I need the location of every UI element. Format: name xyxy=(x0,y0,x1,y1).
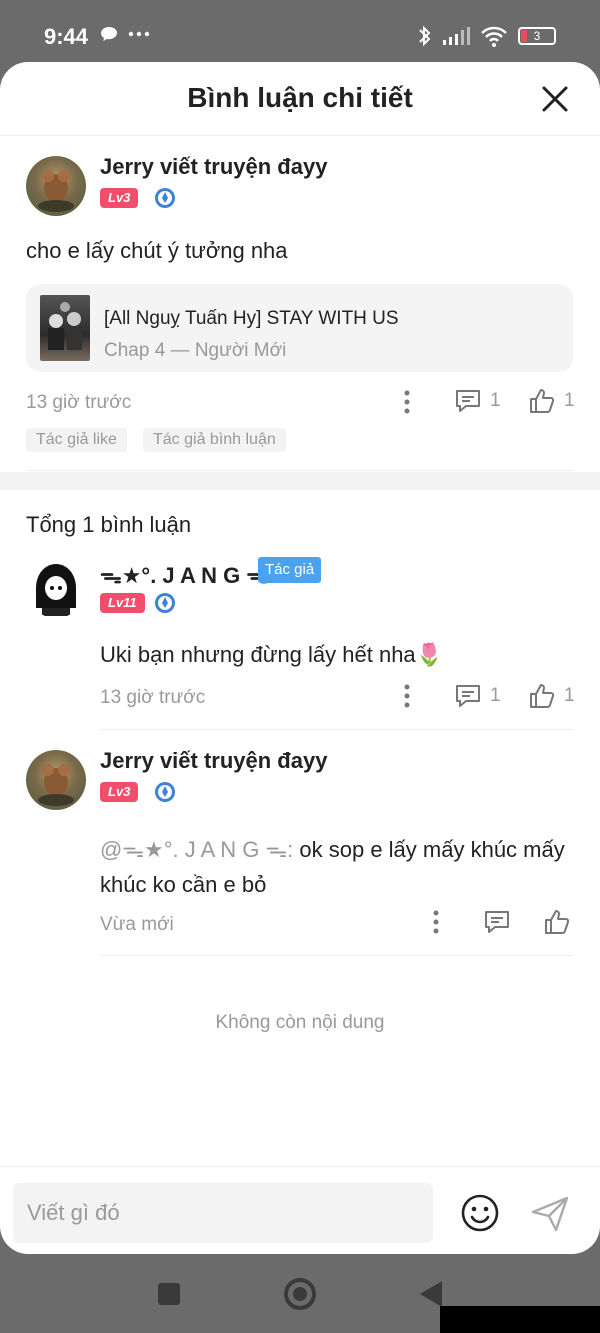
level-badge: Lv3 xyxy=(100,188,139,208)
status-time: 9:44 xyxy=(44,24,89,49)
no-more-content-label: Không còn nội dung xyxy=(215,1012,385,1033)
verified-badge-icon xyxy=(155,782,175,802)
story-cover-image xyxy=(40,295,90,361)
mention[interactable]: @ᯓ★°. J A N G ᯓ: xyxy=(100,837,293,862)
total-comments-label: Tổng 1 bình luận xyxy=(26,512,192,537)
page-title: Bình luận chi tiết xyxy=(187,82,413,113)
reply-button[interactable] xyxy=(483,909,511,935)
close-icon[interactable] xyxy=(540,84,570,114)
thumbs-up-icon xyxy=(530,389,555,413)
comment-input[interactable] xyxy=(13,1183,433,1243)
tag-author-like: Tác giả like xyxy=(26,428,127,452)
back-icon[interactable] xyxy=(418,1279,444,1309)
chat-bubble-icon xyxy=(101,27,117,41)
reply-text: Uki bạn nhưng đừng lấy hết nha🌷 xyxy=(100,642,444,667)
anime-girl-icon xyxy=(36,564,76,616)
like-count: 1 xyxy=(564,390,575,411)
comment-timestamp: 13 giờ trước xyxy=(26,392,132,413)
section-separator xyxy=(0,472,600,490)
comment-icon xyxy=(456,390,480,412)
status-notification-icons xyxy=(100,26,150,42)
system-navigation-bar xyxy=(0,1254,600,1333)
reply-timestamp: Vừa mới xyxy=(100,914,174,935)
verified-badge-icon xyxy=(155,188,175,208)
reply-button[interactable]: 1 xyxy=(454,388,501,414)
nav-strip xyxy=(440,1306,600,1333)
reply-author-name[interactable]: Jerry viết truyện đayy xyxy=(100,748,327,774)
reply-count: 1 xyxy=(490,390,501,411)
reply-text: @ᯓ★°. J A N G ᯓ: ok sop e lấy mấy khúc m… xyxy=(100,837,565,897)
divider xyxy=(100,729,573,730)
reply-author-name[interactable]: ᯓ★°. J A N G ᯓ xyxy=(100,560,268,590)
avatar[interactable] xyxy=(26,750,86,810)
status-bar: 9:44 3 xyxy=(0,0,600,70)
comment-detail-sheet: Bình luận chi tiết Jerry viết truyện đay… xyxy=(0,62,600,1254)
reply-count: 1 xyxy=(490,685,501,706)
verified-badge-icon xyxy=(155,593,175,613)
thumbs-up-icon xyxy=(545,910,570,934)
thumbs-up-icon xyxy=(530,684,555,708)
status-system-icons: 3 xyxy=(418,24,556,48)
comment-icon xyxy=(485,911,509,933)
home-icon[interactable] xyxy=(283,1277,317,1311)
avatar[interactable] xyxy=(26,156,86,216)
avatar[interactable] xyxy=(26,558,86,618)
comment-text: cho e lấy chút ý tưởng nha xyxy=(26,238,288,263)
signal-icon xyxy=(443,27,470,45)
like-button[interactable]: 1 xyxy=(528,683,575,709)
recent-apps-icon[interactable] xyxy=(157,1282,181,1306)
story-card[interactable]: [All Nguỵ Tuấn Hy] STAY WITH US Chap 4 —… xyxy=(26,284,573,372)
mouse-character-icon xyxy=(38,170,74,212)
reply-timestamp: 13 giờ trước xyxy=(100,687,206,708)
like-button[interactable] xyxy=(543,909,571,935)
level-badge: Lv11 xyxy=(100,593,145,613)
story-title: [All Nguỵ Tuấn Hy] STAY WITH US xyxy=(104,308,399,329)
more-vertical-icon[interactable] xyxy=(404,684,410,708)
tag-author-comment: Tác giả bình luận xyxy=(143,428,286,452)
emoji-icon[interactable] xyxy=(460,1193,500,1233)
divider xyxy=(26,470,573,471)
send-icon[interactable] xyxy=(530,1195,570,1233)
comment-input-bar xyxy=(0,1166,600,1254)
more-vertical-icon[interactable] xyxy=(404,390,410,414)
like-count: 1 xyxy=(564,685,575,706)
more-vertical-icon[interactable] xyxy=(433,910,439,934)
battery-icon: 3 xyxy=(518,27,556,45)
mouse-character-icon xyxy=(38,764,74,806)
wifi-icon xyxy=(481,26,507,47)
divider xyxy=(100,955,573,956)
reply-button[interactable]: 1 xyxy=(454,683,501,709)
like-button[interactable]: 1 xyxy=(528,388,575,414)
story-chapter: Chap 4 — Người Mới xyxy=(104,340,287,361)
more-dots-icon xyxy=(128,31,150,37)
comment-icon xyxy=(456,685,480,707)
sheet-header: Bình luận chi tiết xyxy=(0,62,600,136)
bluetooth-icon xyxy=(419,25,431,47)
author-tag: Tác giả xyxy=(258,557,322,583)
comment-author-name[interactable]: Jerry viết truyện đayy xyxy=(100,154,327,180)
level-badge: Lv3 xyxy=(100,782,139,802)
